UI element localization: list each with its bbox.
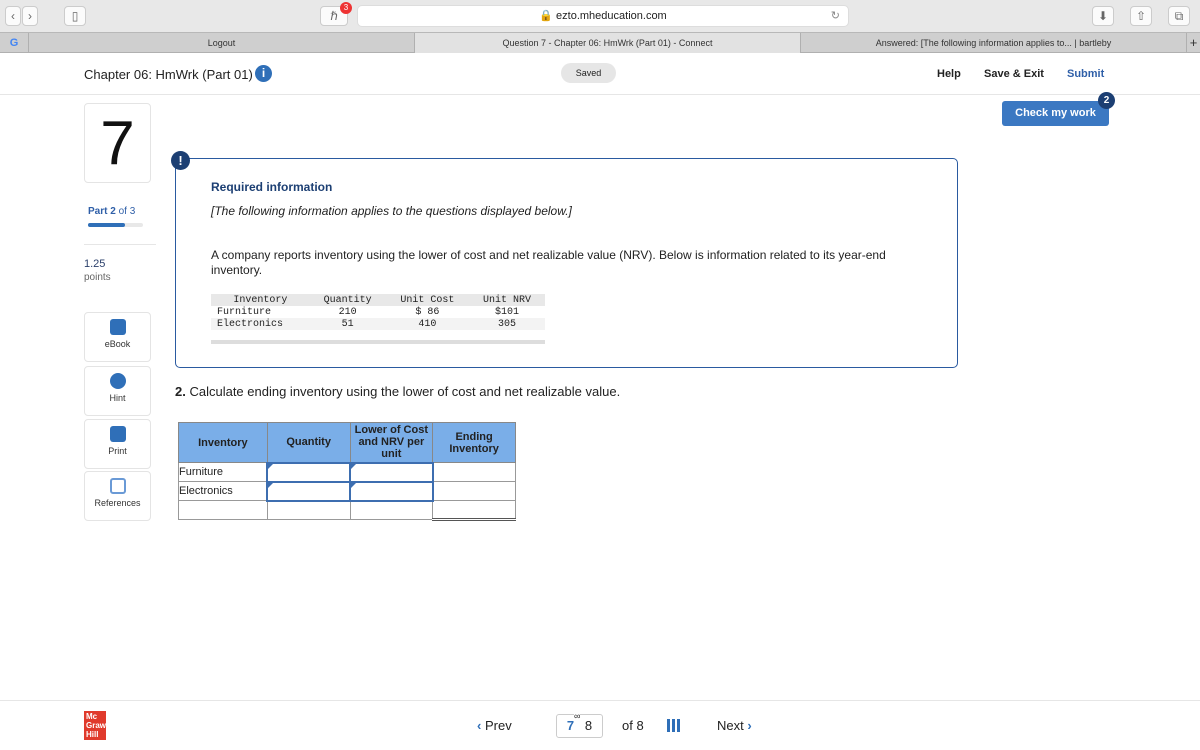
new-tab-button[interactable]: + [1186,33,1200,53]
chevron-left-icon: ‹ [477,718,482,733]
electronics-lcnrv-input[interactable] [349,480,434,502]
check-label: Check my work [1015,107,1096,119]
tab-bartleby[interactable]: Answered: [The following information app… [800,33,1186,53]
forward-button[interactable]: › [22,6,38,26]
tabs-icon[interactable]: ⧉ [1168,6,1190,26]
info-icon[interactable]: i [255,65,272,82]
extension-badge: 3 [340,2,352,14]
table-row: Electronics 51 410 305 [211,318,545,330]
grid-icon[interactable] [667,719,680,732]
help-link[interactable]: Help [937,68,961,80]
table-row: Furniture 210 $ 86 $101 [217,306,520,318]
question-selector[interactable]: 7 8 ∞ [556,705,603,738]
answer-table: Inventory Quantity Lower of Cost and NRV p… [178,422,516,521]
reload-icon[interactable]: ↻ [831,6,840,26]
mcgraw-hill-logo: Mc Graw Hill [84,711,107,740]
address-bar[interactable]: 🔒 ezto.mheducation.com ↻ [357,5,849,27]
footer: Mc Graw Hill ‹ Prev 7 8 ∞ of 8 Next › [0,700,1200,750]
tab-question[interactable]: Question 7 - Chapter 06: HmWrk (Part 01)… [414,33,800,53]
chevron-right-icon: › [747,718,752,733]
alert-icon: ! [171,151,190,170]
question-count: of 8 [622,718,644,733]
references-icon [109,478,126,494]
lock-icon: 🔒 [539,10,553,22]
table-row: Electronics [178,480,516,502]
share-icon[interactable]: ⇧ [1130,6,1152,26]
part-progress-bar [88,223,143,227]
info-subtitle: [The following information applies to th… [211,204,572,218]
back-button[interactable]: ‹ [5,6,21,26]
question-number: 7 [84,103,151,183]
prev-button[interactable]: ‹ Prev [477,718,512,733]
furniture-lcnrv-input[interactable] [349,461,434,483]
print-button[interactable]: Print [84,419,151,469]
page-title: Chapter 06: HmWrk (Part 01) [84,67,253,82]
tab-bar: G Logout Question 7 - Chapter 06: HmWrk … [0,32,1200,53]
lifebuoy-icon [109,373,126,389]
browser-toolbar: ‹ › ▯ ℏ3 🔒 ezto.mheducation.com ↻ ⬇ ⇧ ⧉ [0,0,1200,32]
electronics-ending-inventory [432,481,516,501]
info-heading: Required information [211,180,333,194]
furniture-ending-inventory [432,462,516,482]
sidebar-toggle-icon[interactable]: ▯ [64,6,86,26]
submit-link[interactable]: Submit [1067,68,1104,80]
page-header: Chapter 06: HmWrk (Part 01) i Saved Help… [0,53,1200,95]
save-exit-link[interactable]: Save & Exit [984,68,1044,80]
question-text: 2. Calculate ending inventory using the … [175,384,621,399]
book-icon [109,319,126,335]
electronics-quantity-input[interactable] [266,480,352,502]
google-icon[interactable]: G [0,33,28,53]
saved-status: Saved [561,63,616,83]
part-indicator: Part 2 of 3 [88,206,136,217]
download-icon[interactable]: ⬇ [1092,6,1114,26]
table-row: Furniture [178,461,516,483]
next-button[interactable]: Next › [717,718,752,733]
url-text: ezto.mheducation.com [556,10,667,22]
printer-icon [109,426,126,442]
required-information-box: Required information [The following info… [175,158,958,368]
extension-icon[interactable]: ℏ3 [320,2,352,26]
ebook-button[interactable]: eBook [84,312,151,362]
hint-button[interactable]: Hint [84,366,151,416]
furniture-quantity-input[interactable] [266,461,352,483]
check-my-work-button[interactable]: Check my work 2 [1002,92,1115,126]
table-row [178,500,516,521]
attempts-badge: 2 [1098,92,1115,109]
points-value: 1.25 [84,258,106,270]
points-label: points [84,272,111,283]
total-ending-inventory [432,500,516,521]
references-button[interactable]: References [84,471,151,521]
inventory-data-table: Inventory Quantity Unit Cost Unit NRV Furni… [211,294,545,344]
link-icon: ∞ [574,705,581,727]
info-body: A company reports inventory using the lo… [211,248,886,277]
tab-logout[interactable]: Logout [28,33,414,53]
